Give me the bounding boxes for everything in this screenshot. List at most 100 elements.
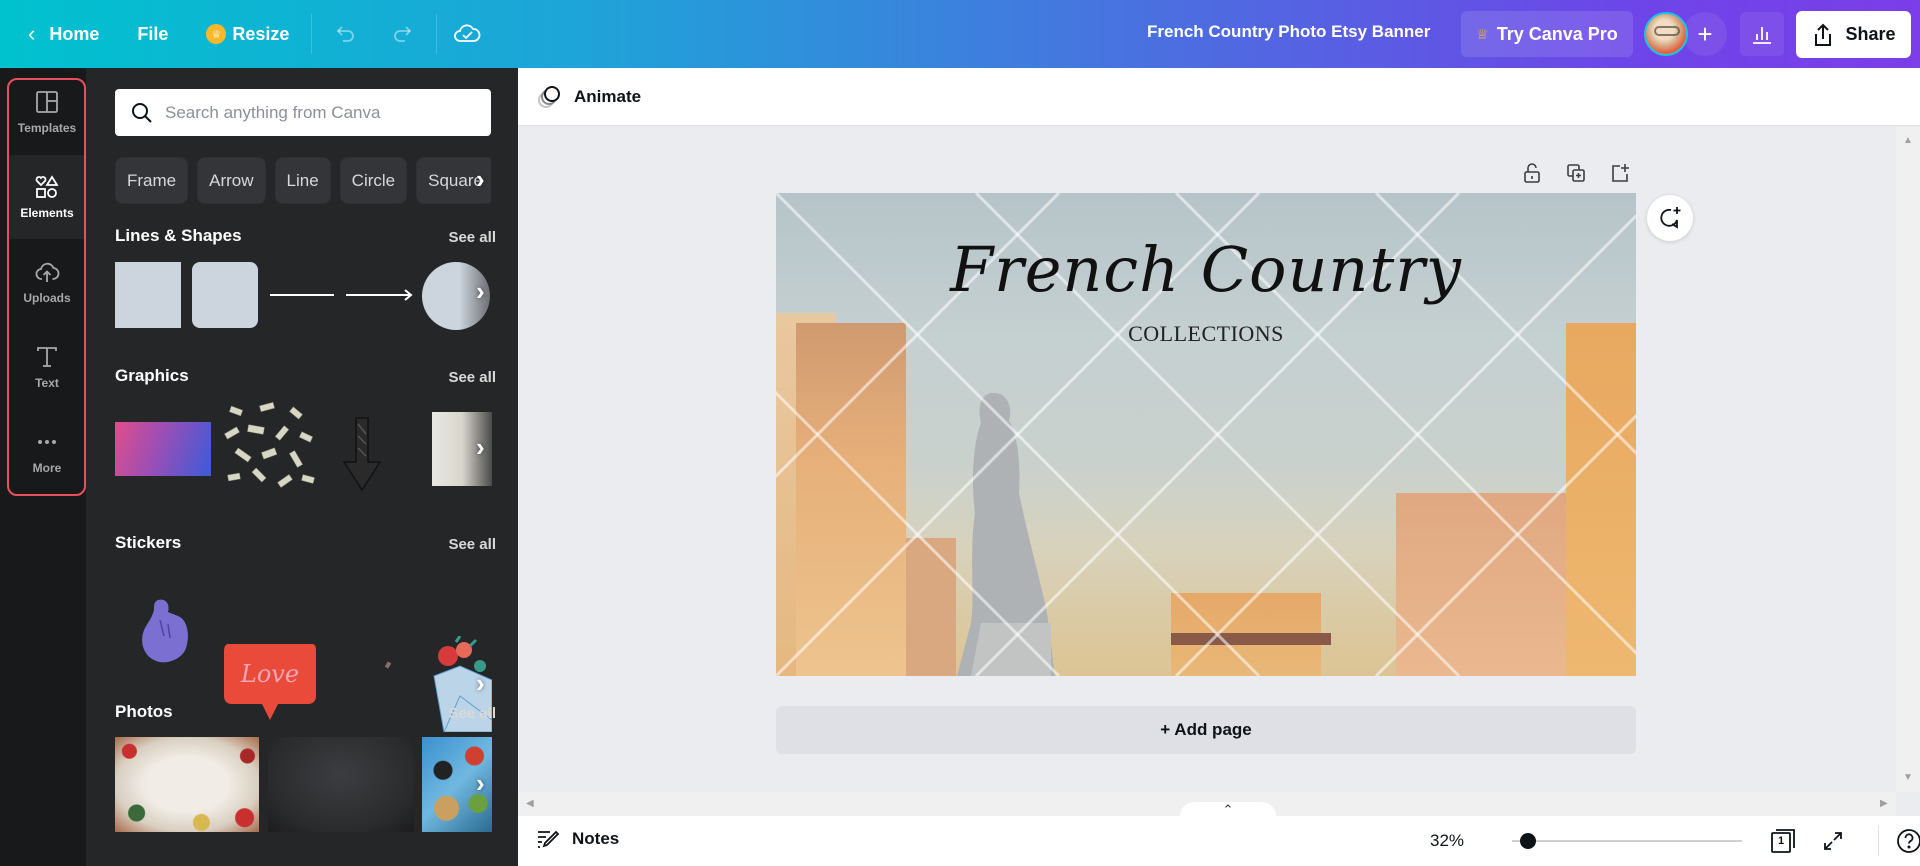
chevron-left-icon: ‹ [28,21,36,46]
svg-text:Love: Love [240,660,299,688]
rail-item-text[interactable]: Text [9,325,85,409]
share-upload-icon [1815,23,1832,46]
section-title-graphics: Graphics [115,366,189,385]
christmas-frame-photo[interactable] [115,737,259,832]
rail-label: Text [35,376,59,390]
zoom-slider-thumb[interactable] [1520,833,1537,849]
zoom-slider[interactable] [1512,833,1742,849]
divider [311,14,313,54]
resize-label: Resize [232,23,290,44]
rail-item-elements[interactable]: Elements [9,155,85,239]
comment-plus-icon [1660,207,1681,229]
see-all-stickers[interactable]: See all [448,536,496,553]
lock-page-button[interactable] [1510,158,1554,188]
chip-frame[interactable]: Frame [115,157,189,204]
add-collaborator-button[interactable]: + [1683,12,1727,56]
templates-icon [36,91,58,113]
sketched-down-arrow-graphic[interactable] [340,414,384,494]
help-icon [1897,829,1920,853]
chips-scroll-right-icon[interactable]: › [476,164,485,195]
try-canva-pro-button[interactable]: ♕ Try Canva Pro [1461,11,1633,57]
square-shape[interactable] [115,262,181,328]
chip-circle[interactable]: Circle [339,157,408,204]
design-title-text[interactable]: French Country [776,233,1636,306]
insights-button[interactable] [1740,12,1784,56]
add-page-button[interactable]: + Add page [776,706,1636,754]
cloud-check-icon [454,24,481,42]
notes-button[interactable]: Notes [536,828,619,850]
fullscreen-button[interactable] [1816,824,1850,858]
rail-item-more[interactable]: More [9,410,85,494]
add-page-button-icon[interactable] [1598,158,1642,188]
rounded-square-shape[interactable] [192,262,258,328]
divider [436,14,438,54]
redo-button[interactable] [380,12,424,56]
scroll-left-icon[interactable]: ◀ [526,798,534,809]
elements-panel: Frame Arrow Line Circle Square › Lines &… [86,68,518,866]
lines-shapes-scroll-right-icon[interactable]: › [476,276,485,307]
animate-label: Animate [574,86,642,106]
rail-item-uploads[interactable]: Uploads [9,240,85,324]
file-menu-button[interactable]: File [123,12,182,56]
chip-arrow[interactable]: Arrow [197,157,266,204]
avatar[interactable] [1644,12,1688,56]
search-input[interactable] [165,102,465,123]
notes-label: Notes [572,829,620,848]
add-page-icon [1612,164,1629,182]
small-mark-sticker[interactable] [384,661,392,669]
rail-item-templates[interactable]: Templates [9,70,85,154]
stickers-scroll-right-icon[interactable]: › [476,668,485,699]
expand-icon [1824,832,1842,850]
design-subtitle-text[interactable]: COLLECTIONS [776,321,1636,347]
plus-icon: + [1697,18,1713,49]
bottom-bar: Notes 32% 1 [518,816,1920,866]
line-shape[interactable] [270,294,334,296]
arrow-line-shape[interactable] [346,286,414,304]
notes-icon [538,830,560,848]
love-speech-bubble-sticker[interactable]: Love [222,640,318,724]
zoom-percent[interactable]: 32% [1430,831,1464,851]
undo-button[interactable] [324,12,368,56]
scroll-down-icon[interactable]: ▼ [1903,772,1913,783]
chip-line[interactable]: Line [274,157,331,204]
crown-icon: ♕ [206,24,227,44]
document-title[interactable]: French Country Photo Etsy Banner [1147,22,1430,42]
home-label: Home [49,23,100,44]
search-icon [132,102,152,123]
page-count-button[interactable]: 1 [1766,824,1800,858]
more-dots-icon [38,440,56,444]
duplicate-page-button[interactable] [1554,158,1598,188]
resize-button[interactable]: ♕ Resize [192,12,303,56]
see-all-photos[interactable]: See all [448,705,496,722]
flying-money-graphic[interactable] [220,400,320,496]
bar-chart-icon [1753,27,1771,44]
see-all-lines-shapes[interactable]: See all [448,229,496,246]
design-page[interactable]: French Country COLLECTIONS [776,193,1636,676]
photos-scroll-right-icon[interactable]: › [476,768,485,799]
animate-button[interactable]: Animate [536,84,641,110]
purple-hand-sticker[interactable] [138,596,194,666]
share-button[interactable]: Share [1796,11,1911,58]
cloud-saved-button[interactable] [445,12,489,56]
editor-toolbar: Animate [518,68,1920,126]
vertical-scrollbar[interactable]: ▲ ▼ [1896,127,1920,792]
graphics-scroll-right-icon[interactable]: › [476,432,485,463]
scroll-right-icon[interactable]: ▶ [1880,798,1888,809]
elements-icon [35,175,59,198]
page-tools [1510,158,1642,188]
chip-row: Frame Arrow Line Circle Square [115,157,491,205]
share-label: Share [1845,24,1896,44]
scroll-up-icon[interactable]: ▲ [1903,135,1913,146]
try-pro-label: Try Canva Pro [1496,23,1618,44]
see-all-graphics[interactable]: See all [448,369,496,386]
add-comment-button[interactable] [1647,195,1693,241]
chalkboard-photo[interactable] [268,737,414,832]
crown-icon: ♕ [1476,25,1489,42]
home-button[interactable]: ‹ Home [14,12,113,56]
redo-icon [394,26,412,42]
search-box[interactable] [115,89,491,136]
section-title-lines-shapes: Lines & Shapes [115,226,242,245]
pink-blue-gradient-graphic[interactable] [115,422,211,476]
rail-label: More [32,461,62,475]
help-button[interactable] [1892,824,1920,858]
